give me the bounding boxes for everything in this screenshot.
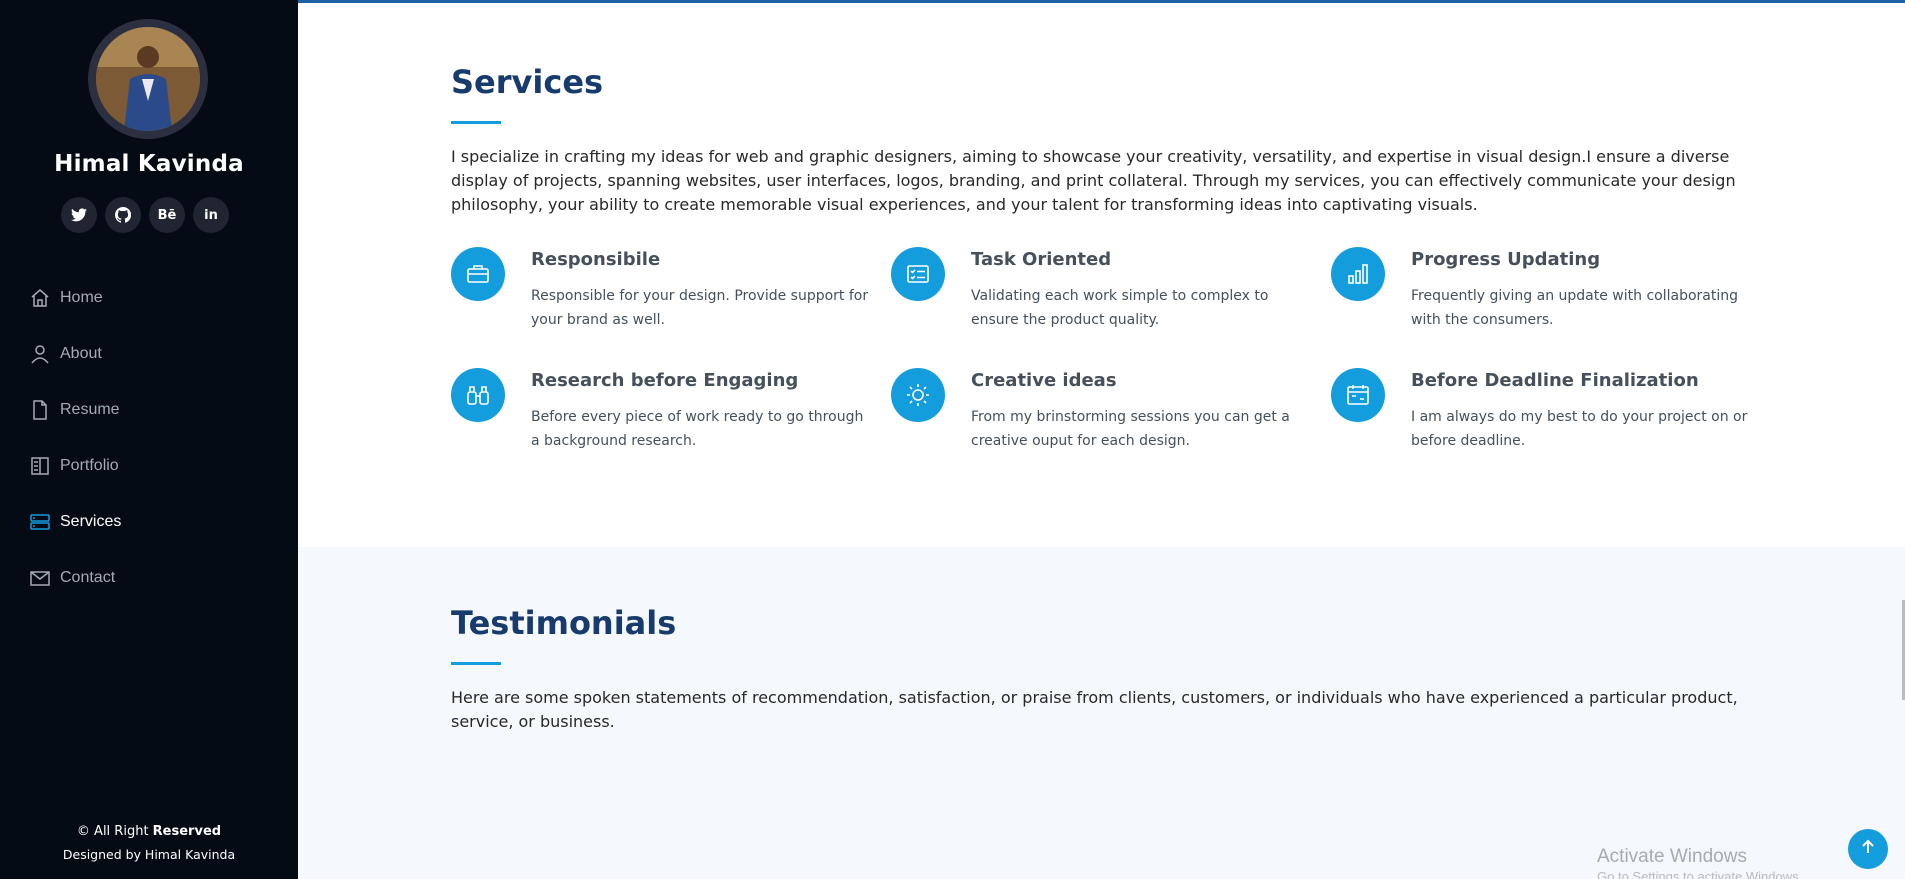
github-icon[interactable] (105, 197, 141, 233)
behance-icon[interactable]: Bē (149, 197, 185, 233)
nav-item-contact[interactable]: Contact (30, 550, 121, 606)
main-nav: Home About Resume Portfolio Services Con… (30, 270, 121, 606)
file-icon (30, 400, 50, 420)
nav-label: Services (60, 513, 122, 530)
nav-item-portfolio[interactable]: Portfolio (30, 438, 121, 494)
nav-item-resume[interactable]: Resume (30, 382, 121, 438)
testimonials-section: Testimonials Here are some spoken statem… (298, 547, 1905, 879)
service-desc: Validating each work simple to complex t… (971, 288, 1269, 328)
profile-name: Himal Kavinda (54, 151, 244, 177)
brightness-icon (891, 368, 945, 422)
binoculars-icon (451, 368, 505, 422)
designed-by: Designed by Himal Kavinda (62, 847, 236, 862)
service-title: Responsibile (531, 249, 661, 270)
card-checklist-icon (891, 247, 945, 301)
services-intro: I specialize in crafting my ideas for we… (451, 147, 1736, 214)
service-item: Task Oriented Validating each work simpl… (891, 247, 1311, 337)
service-desc: Frequently giving an update with collabo… (1411, 288, 1738, 328)
nav-item-home[interactable]: Home (30, 270, 121, 326)
nav-item-about[interactable]: About (30, 326, 121, 382)
nav-label: Home (60, 289, 103, 306)
service-item: Progress Updating Frequently giving an u… (1331, 247, 1751, 337)
avatar (88, 19, 208, 139)
copyright: © All Right Reserved (76, 824, 222, 839)
service-title: Creative ideas (971, 370, 1117, 391)
nav-label: Portfolio (60, 457, 119, 474)
arrow-up-icon (1860, 839, 1876, 859)
service-desc: Responsible for your design. Provide sup… (531, 288, 869, 328)
server-icon (30, 512, 50, 532)
sidebar-footer: © All Right Reserved Designed by Himal K… (0, 824, 298, 862)
linkedin-icon[interactable]: in (193, 197, 229, 233)
nav-label: Contact (60, 569, 116, 586)
nav-label: About (60, 345, 102, 362)
book-half-icon (30, 456, 50, 476)
service-item: Before Deadline Finalization I am always… (1331, 368, 1751, 458)
service-title: Before Deadline Finalization (1411, 370, 1699, 391)
services-section: Services I specialize in crafting my ide… (298, 3, 1905, 547)
service-item: Research before Engaging Before every pi… (451, 368, 871, 458)
service-item: Creative ideas From my brinstorming sess… (891, 368, 1311, 458)
windows-activation-hint: Go to Settings to activate Windows. (1597, 869, 1803, 879)
service-title: Task Oriented (971, 249, 1112, 270)
title-underline (451, 662, 501, 665)
service-desc: Before every piece of work ready to go t… (531, 409, 864, 449)
main-content: Services I specialize in crafting my ide… (298, 0, 1905, 879)
calendar-icon (1331, 368, 1385, 422)
title-underline (451, 121, 501, 124)
windows-activation-notice: Activate Windows (1597, 846, 1747, 867)
section-title: Testimonials (451, 604, 677, 642)
service-item: Responsibile Responsible for your design… (451, 247, 871, 337)
section-title: Services (451, 63, 604, 101)
envelope-icon (30, 568, 50, 588)
service-title: Research before Engaging (531, 370, 799, 391)
testimonials-intro: Here are some spoken statements of recom… (451, 688, 1738, 731)
service-desc: From my brinstorming sessions you can ge… (971, 409, 1290, 449)
service-desc: I am always do my best to do your projec… (1411, 409, 1748, 449)
briefcase-icon (451, 247, 505, 301)
service-title: Progress Updating (1411, 249, 1601, 270)
nav-item-services[interactable]: Services (30, 494, 121, 550)
twitter-icon[interactable] (61, 197, 97, 233)
nav-label: Resume (60, 401, 120, 418)
sidebar: Himal Kavinda Bē in Home About Resume Po… (0, 0, 298, 879)
back-to-top-button[interactable] (1848, 829, 1888, 869)
social-links: Bē in (61, 197, 229, 233)
home-icon (30, 288, 50, 308)
bar-chart-icon (1331, 247, 1385, 301)
person-icon (30, 344, 50, 364)
